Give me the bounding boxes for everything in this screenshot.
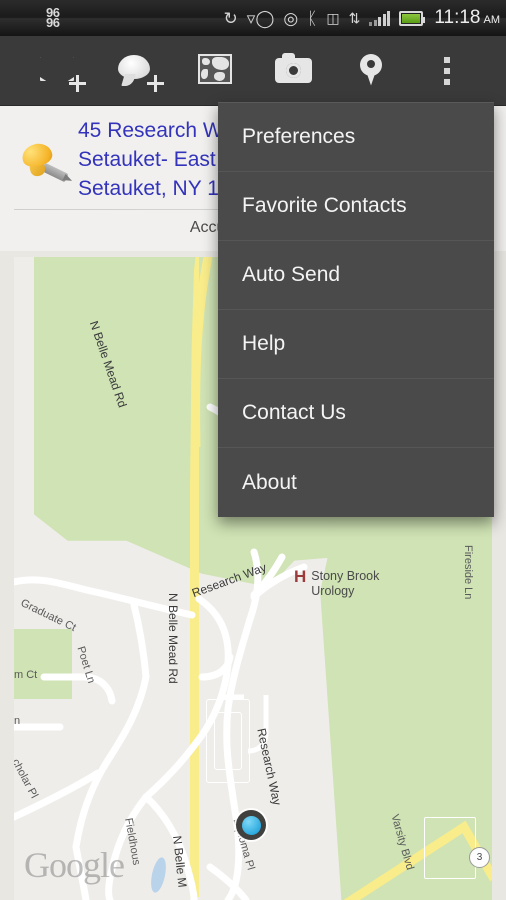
menu-item-auto-send[interactable]: Auto Send <box>218 241 494 310</box>
menu-item-help[interactable]: Help <box>218 310 494 379</box>
poi-label: Stony Brook Urology <box>311 569 379 599</box>
gps-icon: ▿◯ <box>246 8 275 28</box>
location-button[interactable] <box>336 36 414 106</box>
battery-icon <box>399 10 426 26</box>
bluetooth-icon: ᛕ <box>307 8 318 28</box>
menu-item-preferences[interactable]: Preferences <box>218 103 494 172</box>
status-icon-tray: ↻ ▿◯ ◎ ᛕ ◫ ⇅ 11:18 AM <box>224 7 506 29</box>
sync-icon: ↻ <box>223 8 238 28</box>
envelope-plus-icon <box>40 51 86 92</box>
picture-map-icon <box>196 51 242 91</box>
chat-bubble-plus-icon <box>118 51 164 92</box>
poi-label-line-1: Stony Brook <box>311 569 380 583</box>
overflow-dots-icon <box>430 51 476 91</box>
camera-icon <box>274 51 320 91</box>
menu-item-contact-us[interactable]: Contact Us <box>218 379 494 448</box>
location-icon: ◎ <box>283 8 299 28</box>
street-label-m-ct: m Ct <box>14 669 38 681</box>
pushpin-icon <box>18 140 70 194</box>
current-location-dot[interactable] <box>236 810 266 840</box>
hospital-icon: H <box>294 567 307 586</box>
street-label-fireside-ln: Fireside Ln <box>462 545 474 600</box>
building-north-east <box>424 817 476 879</box>
street-label-n-belle-mead-rd-mid: N Belle Mead Rd <box>166 593 180 684</box>
badge-bottom-value: 96 <box>46 15 60 30</box>
signal-icon <box>369 10 391 26</box>
sd-card-icon: ◫ <box>326 10 340 26</box>
menu-item-about[interactable]: About <box>218 448 494 517</box>
notification-count-badge: 96 96 <box>46 6 60 30</box>
clock-ampm: AM <box>483 14 501 26</box>
overflow-dropdown-menu[interactable]: Preferences Favorite Contacts Auto Send … <box>218 102 494 517</box>
status-bar: 96 96 ↻ ▿◯ ◎ ᛕ ◫ ⇅ 11:18 AM <box>0 0 506 36</box>
menu-item-label: Contact Us <box>242 401 346 424</box>
new-message-button[interactable] <box>102 36 180 106</box>
map-pin-icon <box>352 51 398 91</box>
overflow-menu-button[interactable] <box>414 36 492 106</box>
parking-structure-inner <box>214 712 242 770</box>
menu-item-favorite-contacts[interactable]: Favorite Contacts <box>218 172 494 241</box>
street-label-n: n <box>14 715 21 727</box>
poi-label-line-2: Urology <box>311 584 355 598</box>
compose-email-button[interactable] <box>24 36 102 106</box>
menu-item-label: About <box>242 470 297 494</box>
menu-item-label: Favorite Contacts <box>242 194 407 217</box>
menu-item-label: Preferences <box>242 125 356 148</box>
clock-time: 11:18 <box>434 7 481 28</box>
action-bar <box>0 36 506 106</box>
menu-item-label: Help <box>242 332 286 355</box>
phone-screen: 96 96 ↻ ▿◯ ◎ ᛕ ◫ ⇅ 11:18 AM 45 Research … <box>0 0 506 900</box>
data-transfer-icon: ⇅ <box>348 10 361 26</box>
map-photo-button[interactable] <box>180 36 258 106</box>
poi-stony-brook-urology[interactable]: H Stony Brook Urology <box>294 567 379 599</box>
google-watermark: Google <box>24 845 125 885</box>
menu-item-label: Auto Send <box>242 263 341 286</box>
status-clock: 11:18 AM <box>432 7 500 29</box>
camera-button[interactable] <box>258 36 336 106</box>
route-shield-marker: 3 <box>469 847 490 868</box>
